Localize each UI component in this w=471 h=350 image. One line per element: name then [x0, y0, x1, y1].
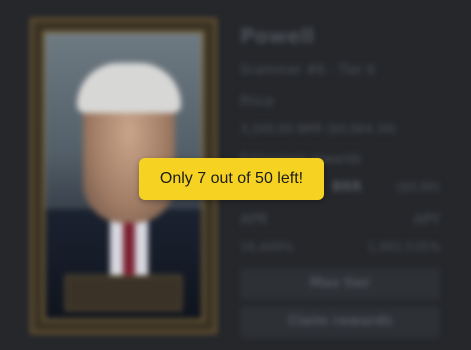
portrait-nameplate [65, 275, 182, 311]
estimated-rewards-usd: ($0.00) [396, 180, 440, 194]
nft-title: Powell [240, 24, 315, 48]
nft-subtitle: Scammer #6 - Tier 6 [240, 63, 376, 78]
max-tier-button[interactable]: Max tier [240, 268, 440, 300]
price-label: Price [240, 94, 275, 110]
apy-label: APY [413, 212, 440, 228]
claim-rewards-button[interactable]: Claim rewards [240, 306, 440, 338]
apr-value: 16,449% [240, 240, 294, 254]
estimated-rewards-brr: BRR [332, 180, 362, 195]
apy-value: 1,002,535% [367, 240, 440, 254]
portrait-hair [77, 63, 181, 113]
portrait-tie [123, 219, 135, 279]
price-value: 3,200.00 BRR ($9,064.39) [240, 122, 397, 136]
apr-label: APR [240, 212, 268, 228]
availability-toast: Only 7 out of 50 left! [139, 158, 324, 200]
